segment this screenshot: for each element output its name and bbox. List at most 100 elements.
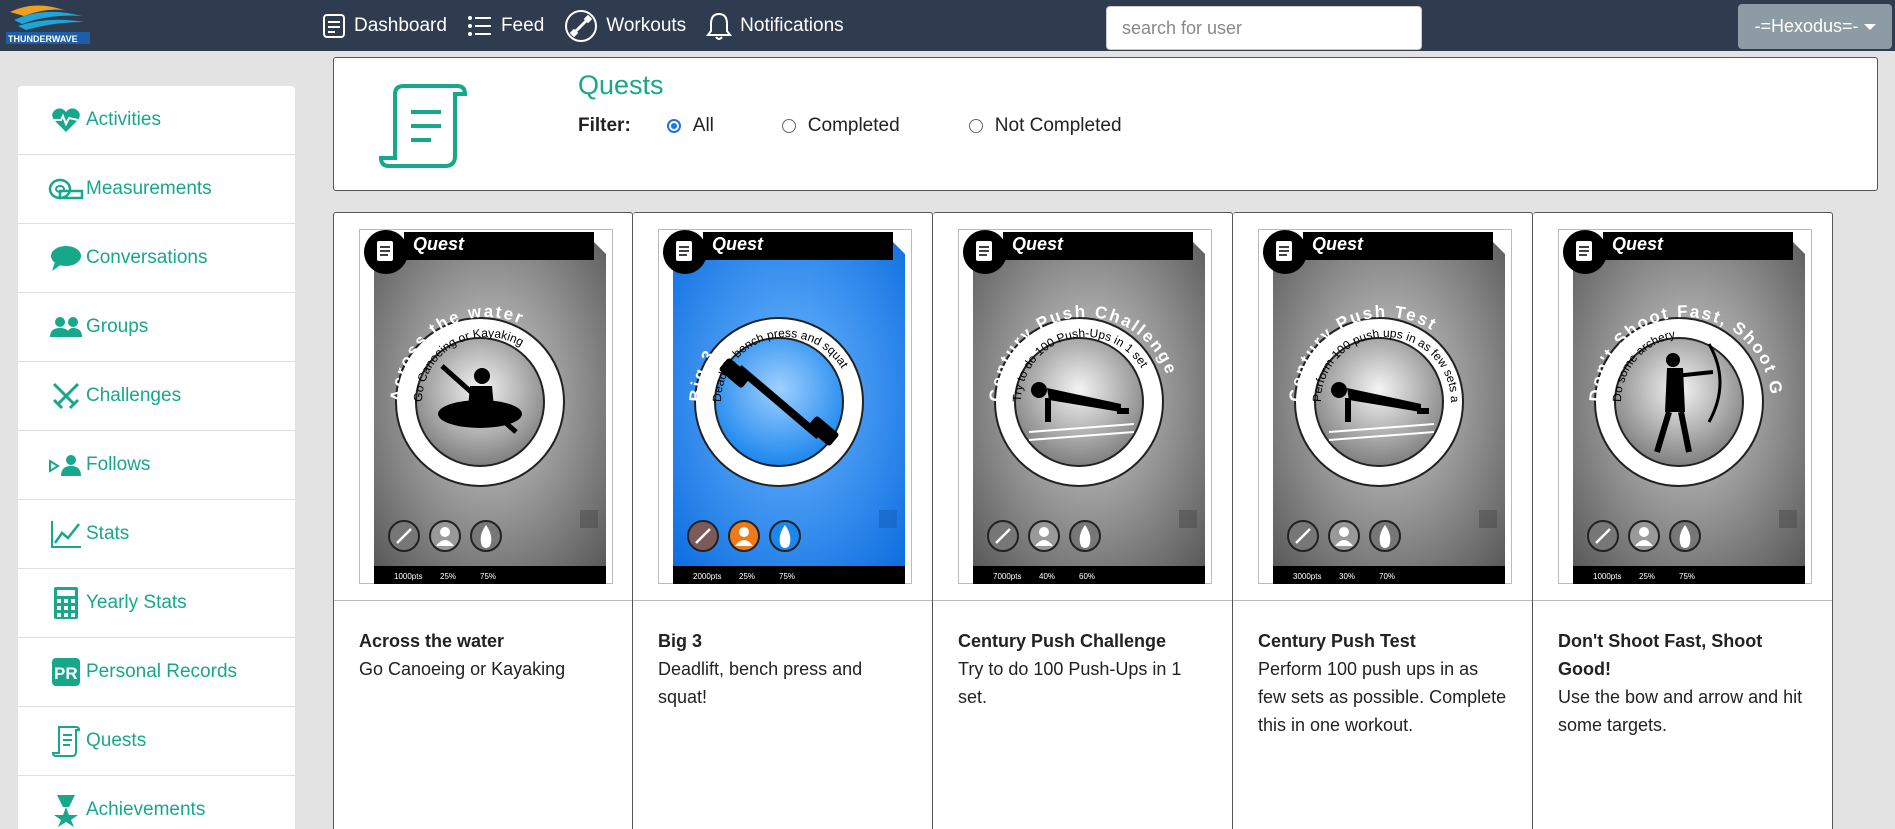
quests-header-panel: Quests Filter: All Completed Not Complet…: [333, 57, 1878, 191]
card-stat-icons: [388, 520, 502, 552]
card-body: Don't Shoot Fast, Shoot Good! Use the bo…: [1558, 627, 1808, 739]
card-title[interactable]: Century Push Test: [1258, 627, 1508, 655]
sidebar-item-label: Yearly Stats: [86, 592, 187, 613]
chevron-down-icon: [1863, 23, 1876, 30]
quest-card[interactable]: Across the water Go Canoeing or Kayaking…: [333, 212, 633, 829]
sidebar-item-label: Groups: [86, 316, 149, 337]
logo-text: THUNDERWAVE: [8, 34, 78, 44]
quest-badge: Quest: [1612, 234, 1664, 254]
sidebar-item-quests[interactable]: Quests: [18, 707, 295, 776]
nav-dashboard[interactable]: Dashboard: [322, 13, 447, 39]
quest-card-image[interactable]: Across the water Go Canoeing or Kayaking…: [359, 229, 613, 584]
card-title[interactable]: Century Push Challenge: [958, 627, 1208, 655]
sidebar-item-personal-records[interactable]: PR Personal Records: [18, 638, 295, 707]
app-logo[interactable]: THUNDERWAVE: [4, 2, 92, 46]
card-stat-icons: [1587, 520, 1701, 552]
quest-card-image[interactable]: Don't Shoot Fast, Shoot Good! Do some ar…: [1553, 215, 1812, 584]
heart-pulse-icon: [52, 108, 80, 132]
card-body: Big 3 Deadlift, bench press and squat!: [658, 627, 908, 711]
quest-card[interactable]: Don't Shoot Fast, Shoot Good! Do some ar…: [1533, 212, 1833, 829]
sidebar-item-activities[interactable]: Activities: [18, 86, 295, 155]
thunderwave-logo-icon: THUNDERWAVE: [6, 5, 90, 44]
quest-card-grid: Across the water Go Canoeing or Kayaking…: [333, 212, 1833, 829]
user-search-input[interactable]: [1106, 6, 1422, 50]
filter-not-completed-radio[interactable]: Not Completed: [968, 115, 1122, 137]
sidebar-item-label: Stats: [86, 523, 130, 544]
card-body: Century Push Challenge Try to do 100 Pus…: [958, 627, 1208, 711]
sidebar-item-yearly-stats[interactable]: Yearly Stats: [18, 569, 295, 638]
card-description: Try to do 100 Push-Ups in 1 set.: [958, 659, 1182, 707]
nav-workouts[interactable]: Workouts: [564, 9, 686, 43]
card-divider: [933, 600, 1232, 601]
quest-card-image[interactable]: Century Push Test Perform 100 push ups i…: [1256, 219, 1512, 584]
card-percent-2: 60%: [1079, 572, 1095, 581]
card-title[interactable]: Don't Shoot Fast, Shoot Good!: [1558, 627, 1808, 683]
card-percent-2: 75%: [480, 572, 496, 581]
nav-feed[interactable]: Feed: [467, 15, 544, 37]
sidebar-item-label: Conversations: [86, 247, 208, 268]
card-percent-1: 25%: [440, 572, 456, 581]
card-points: 2000pts: [693, 572, 721, 581]
card-stat-icons: [687, 520, 801, 552]
sidebar-item-stats[interactable]: Stats: [18, 500, 295, 569]
sidebar-item-conversations[interactable]: Conversations: [18, 224, 295, 293]
sidebar-item-measurements[interactable]: Measurements: [18, 155, 295, 224]
quest-card-image[interactable]: Big 3 Deadlift, bench press and squat Qu…: [658, 229, 912, 584]
bell-icon: [706, 12, 733, 40]
radio-dot: [781, 119, 796, 133]
filter-all-radio[interactable]: All: [666, 115, 782, 137]
sidebar-item-groups[interactable]: Groups: [18, 293, 295, 362]
card-stat-icons: [987, 520, 1101, 552]
sidebar-item-label: Measurements: [86, 178, 212, 199]
card-percent-1: 25%: [1639, 572, 1655, 581]
quest-card-image[interactable]: Century Push Challenge Try to do 100 Pus…: [958, 229, 1212, 584]
card-title[interactable]: Across the water: [359, 627, 609, 655]
radio-dot: [666, 119, 681, 133]
sidebar-item-label: Activities: [86, 109, 161, 130]
sidebar-item-label: Personal Records: [86, 661, 238, 682]
group-icon: [50, 317, 82, 337]
quest-badge: Quest: [1312, 234, 1364, 254]
card-divider: [1233, 600, 1532, 601]
filter-completed-label: Completed: [807, 115, 900, 136]
quest-card[interactable]: Century Push Challenge Try to do 100 Pus…: [933, 212, 1233, 829]
quest-badge: Quest: [1012, 234, 1064, 254]
nav-notifications[interactable]: Notifications: [706, 11, 844, 41]
card-percent-2: 70%: [1379, 572, 1395, 581]
sidebar-item-achievements[interactable]: Achievements: [18, 776, 295, 829]
feed-icon: [467, 15, 491, 36]
trophy-icon: [54, 795, 78, 827]
quest-card[interactable]: Century Push Test Perform 100 push ups i…: [1233, 212, 1533, 829]
filter-all-label: All: [692, 115, 714, 136]
follows-icon: [49, 455, 81, 476]
card-points: 1000pts: [1593, 572, 1621, 581]
sidebar-item-challenges[interactable]: Challenges: [18, 362, 295, 431]
dashboard-icon: [323, 13, 345, 38]
card-points: 1000pts: [394, 572, 422, 581]
card-points: 3000pts: [1293, 572, 1321, 581]
page-title: Quests: [578, 70, 664, 100]
top-navbar: THUNDERWAVE Dashboard Feed Workouts Noti…: [0, 0, 1895, 51]
calculator-icon: [54, 587, 78, 619]
card-points: 7000pts: [993, 572, 1021, 581]
sidebar: Activities Measurements Conversations Gr…: [18, 86, 295, 829]
filter-label: Filter:: [578, 115, 631, 136]
svg-text:PR: PR: [54, 664, 78, 683]
user-menu-button[interactable]: -=Hexodus=-: [1738, 4, 1892, 49]
card-percent-2: 75%: [1679, 572, 1695, 581]
card-title[interactable]: Big 3: [658, 627, 908, 655]
sidebar-item-follows[interactable]: Follows: [18, 431, 295, 500]
card-divider: [633, 600, 932, 601]
card-description: Go Canoeing or Kayaking: [359, 659, 566, 679]
quest-badge: Quest: [712, 234, 764, 254]
card-stat-icons: [1287, 520, 1401, 552]
sidebar-item-label: Challenges: [86, 385, 182, 406]
speech-bubble-icon: [51, 246, 81, 271]
nav-dashboard-label: Dashboard: [354, 14, 447, 36]
nav-feed-label: Feed: [500, 14, 545, 36]
filter-completed-radio[interactable]: Completed: [781, 115, 969, 137]
chart-line-icon: [51, 521, 81, 548]
card-body: Century Push Test Perform 100 push ups i…: [1258, 627, 1508, 739]
quest-card[interactable]: Big 3 Deadlift, bench press and squat Qu…: [633, 212, 933, 829]
sidebar-item-label: Quests: [86, 730, 147, 751]
